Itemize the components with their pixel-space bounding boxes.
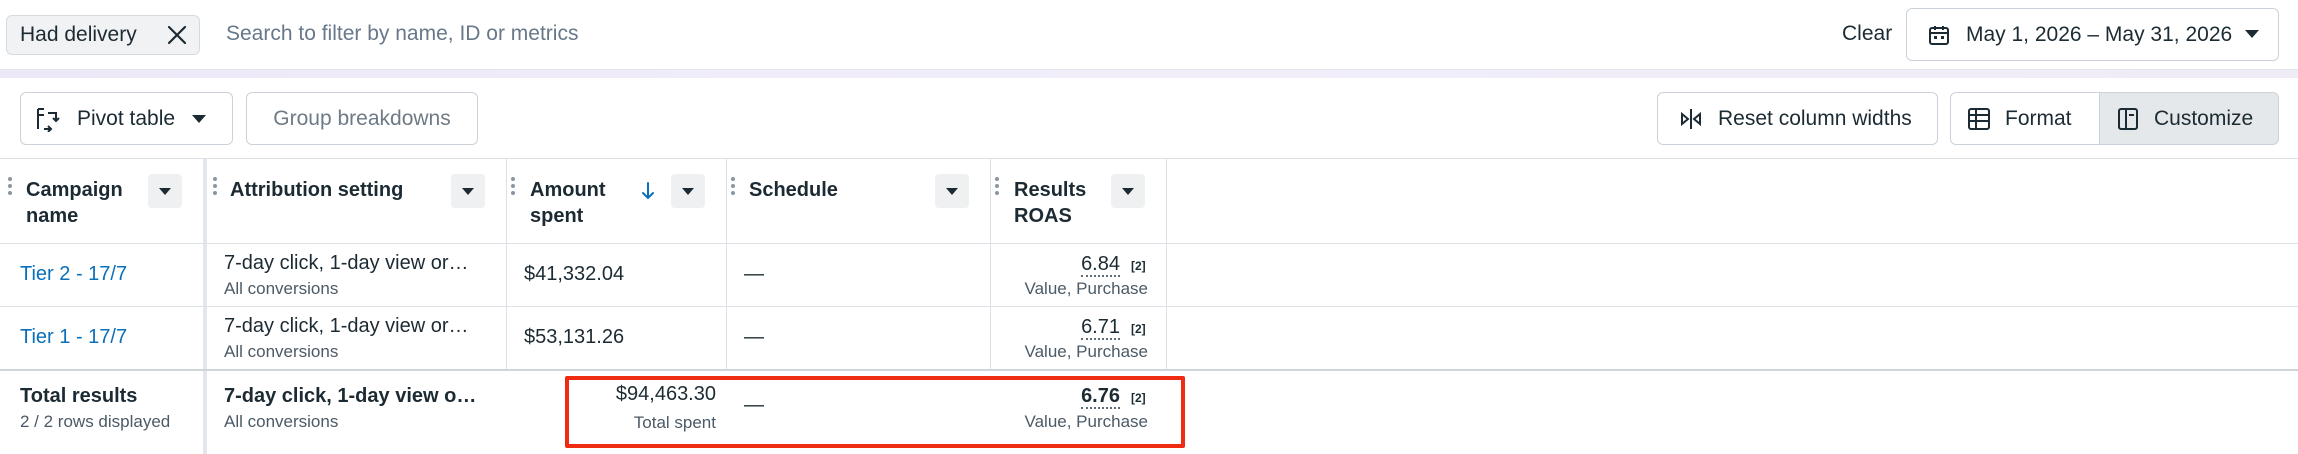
column-header-label: name: [26, 205, 79, 227]
total-results-label: Total results: [20, 385, 138, 407]
column-header-label: Attribution setting: [230, 179, 404, 201]
column-header-label: Campaign: [26, 179, 123, 201]
attribution-setting-value: 7-day click, 1-day view or…: [224, 252, 469, 274]
amount-spent-value: $53,131.26: [524, 326, 625, 348]
customize-icon: [2118, 107, 2138, 130]
chevron-down-icon: [1122, 187, 1134, 195]
roas-value[interactable]: 6.71: [1081, 316, 1120, 340]
total-attribution-value: 7-day click, 1-day view o…: [224, 385, 477, 407]
date-range-picker[interactable]: May 1, 2026 – May 31, 2026: [1906, 8, 2279, 61]
column-menu-button[interactable]: [148, 174, 182, 208]
date-range-label: May 1, 2026 – May 31, 2026: [1966, 22, 2233, 46]
column-divider[interactable]: [1166, 159, 1167, 369]
schedule-value: —: [744, 326, 764, 348]
column-menu-button[interactable]: [1111, 174, 1145, 208]
chevron-down-icon: [462, 187, 474, 195]
column-menu-button[interactable]: [451, 174, 485, 208]
drag-handle-icon[interactable]: [731, 177, 737, 199]
close-icon[interactable]: [165, 23, 189, 47]
column-menu-button[interactable]: [671, 174, 705, 208]
row-divider: [0, 306, 2298, 307]
column-header-label: Amount: [530, 179, 606, 201]
drag-handle-icon[interactable]: [8, 177, 14, 199]
campaign-name-link[interactable]: Tier 2 - 17/7: [20, 263, 127, 286]
column-header-schedule[interactable]: Schedule: [727, 159, 990, 243]
chevron-down-icon: [946, 187, 958, 195]
format-label: Format: [2005, 106, 2072, 130]
column-header-amount-spent[interactable]: Amount spent: [507, 159, 726, 243]
attribution-setting-sub: All conversions: [224, 279, 339, 298]
clear-button[interactable]: Clear: [1842, 22, 1892, 46]
column-header-label: Results: [1014, 179, 1087, 201]
drag-handle-icon[interactable]: [511, 177, 517, 199]
column-header-campaign-name[interactable]: Campaign name: [0, 159, 203, 243]
chevron-down-icon: [159, 187, 171, 195]
roas-reference[interactable]: [2]: [1131, 322, 1146, 336]
highlight-box: [565, 376, 1185, 448]
column-header-label: ROAS: [1014, 205, 1072, 227]
column-header-results-roas[interactable]: Results ROAS: [991, 159, 1166, 243]
pivot-table-icon: [37, 107, 60, 132]
calendar-icon: [1929, 25, 1949, 45]
sort-down-icon[interactable]: [641, 181, 655, 201]
attribution-setting-sub: All conversions: [224, 342, 339, 361]
filter-chip-label: Had delivery: [20, 23, 137, 46]
format-button[interactable]: Format: [1950, 92, 2100, 145]
roas-value[interactable]: 6.84: [1081, 253, 1120, 277]
format-icon: [1968, 107, 1990, 130]
reset-column-widths-button[interactable]: Reset column widths: [1657, 92, 1938, 145]
reset-column-widths-label: Reset column widths: [1718, 106, 1912, 130]
pivot-table-button[interactable]: Pivot table: [20, 92, 233, 145]
attribution-setting-value: 7-day click, 1-day view or…: [224, 315, 469, 337]
roas-sub: Value, Purchase: [1024, 342, 1148, 361]
filter-bar: Had delivery Search to filter by name, I…: [0, 0, 2298, 78]
drag-handle-icon[interactable]: [213, 177, 219, 199]
column-header-label: Schedule: [749, 179, 838, 201]
pivot-table-label: Pivot table: [77, 106, 176, 130]
customize-button[interactable]: Customize: [2099, 92, 2279, 145]
reset-columns-icon: [1681, 108, 1701, 129]
group-breakdowns-label: Group breakdowns: [273, 106, 451, 130]
table-toolbar: Pivot table Group breakdowns Reset colum…: [0, 78, 2298, 159]
filter-chip-had-delivery[interactable]: Had delivery: [6, 15, 200, 55]
column-header-attribution-setting[interactable]: Attribution setting: [207, 159, 506, 243]
total-attribution-sub: All conversions: [224, 412, 339, 431]
drag-handle-icon[interactable]: [995, 177, 1001, 199]
chevron-down-icon: [2245, 30, 2259, 38]
search-input[interactable]: Search to filter by name, ID or metrics: [226, 22, 578, 46]
roas-reference[interactable]: [2]: [1131, 259, 1146, 273]
rows-displayed-count: 2 / 2 rows displayed: [20, 412, 171, 431]
schedule-value: —: [744, 263, 764, 285]
amount-spent-value: $41,332.04: [524, 263, 625, 285]
customize-label: Customize: [2154, 106, 2254, 130]
totals-divider: [0, 369, 2298, 371]
chevron-down-icon: [682, 187, 694, 195]
header-divider: [0, 243, 2298, 244]
column-menu-button[interactable]: [935, 174, 969, 208]
group-breakdowns-button[interactable]: Group breakdowns: [246, 92, 478, 145]
roas-sub: Value, Purchase: [1024, 279, 1148, 298]
chevron-down-icon: [192, 114, 207, 123]
column-header-label: spent: [530, 205, 584, 227]
campaign-name-link[interactable]: Tier 1 - 17/7: [20, 326, 127, 349]
